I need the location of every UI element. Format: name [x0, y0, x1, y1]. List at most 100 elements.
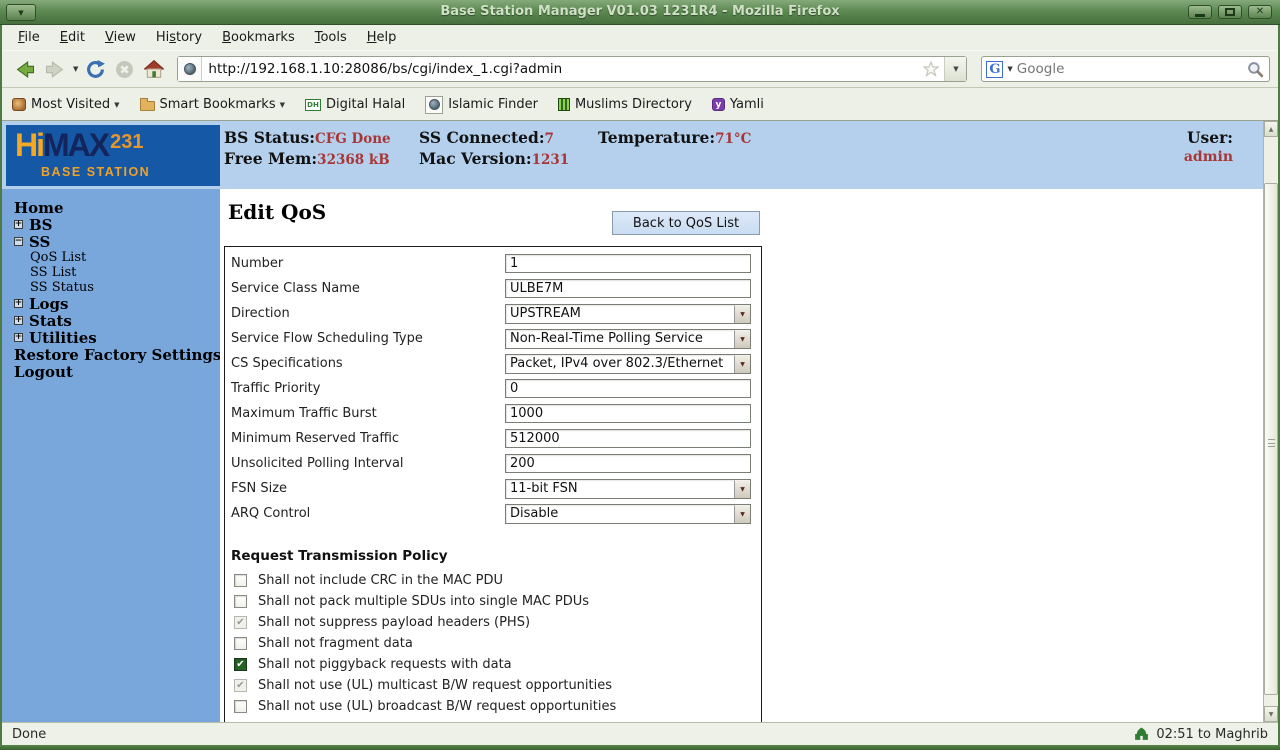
menu-history[interactable]: History — [146, 27, 212, 48]
url-bar[interactable] — [177, 56, 967, 82]
title-bar[interactable]: Base Station Manager V01.03 1231R4 - Moz… — [0, 0, 1280, 25]
expand-icon[interactable] — [14, 316, 23, 325]
bookmark-star-icon[interactable] — [923, 61, 939, 77]
stop-button[interactable] — [115, 60, 134, 79]
bookmark-yamli[interactable]: yYamli — [712, 97, 764, 112]
bookmark-digital-halal[interactable]: DHDigital Halal — [305, 97, 405, 112]
sidebar-item-label: Logs — [29, 295, 69, 313]
checkbox-label: Shall not include CRC in the MAC PDU — [258, 573, 503, 588]
vertical-scrollbar[interactable] — [1263, 121, 1278, 722]
sidebar-item-ss-status[interactable]: SS Status — [2, 280, 220, 295]
bookmark-smart-bookmarks[interactable]: Smart Bookmarks▼ — [140, 97, 285, 112]
search-engine-dropdown-icon[interactable]: ▼ — [1007, 65, 1012, 73]
form-row: Traffic Priority — [225, 376, 761, 401]
menu-file[interactable]: File — [8, 27, 50, 48]
menu-bar: FileEditViewHistoryBookmarksToolsHelp — [2, 25, 1278, 50]
field-unsolicited-polling-interval[interactable] — [505, 454, 751, 473]
home-button[interactable] — [144, 60, 164, 78]
form-label-unsolicited-polling-interval: Unsolicited Polling Interval — [225, 456, 505, 471]
sidebar-item-stats[interactable]: Stats — [2, 312, 220, 329]
expand-icon[interactable] — [14, 299, 23, 308]
status-label: BS Status: — [224, 128, 315, 147]
checkbox-label: Shall not use (UL) multicast B/W request… — [258, 678, 612, 693]
checkbox-shall-not-include-crc-in-the-mac-pdu[interactable] — [234, 574, 247, 587]
menu-bookmarks[interactable]: Bookmarks — [212, 27, 305, 48]
search-input[interactable] — [1017, 61, 1242, 77]
menu-edit[interactable]: Edit — [50, 27, 95, 48]
bookmark-label: Muslims Directory — [575, 97, 692, 112]
prayer-widget[interactable]: 02:51 to Maghrib — [1133, 727, 1268, 742]
back-history-dropdown-icon[interactable]: ▼ — [73, 65, 78, 73]
bookmark-most-visited[interactable]: Most Visited▼ — [12, 97, 120, 112]
bookmark-muslims-directory[interactable]: Muslims Directory — [558, 97, 692, 112]
form-label-maximum-traffic-burst: Maximum Traffic Burst — [225, 406, 505, 421]
status-value: 1231 — [532, 152, 570, 168]
sidebar-item-utilities[interactable]: Utilities — [2, 329, 220, 346]
sidebar-item-label: BS — [29, 216, 53, 234]
status-item: BS Status:CFG Done — [224, 128, 419, 149]
policy-row: Shall not suppress payload headers (PHS) — [225, 612, 761, 633]
sidebar-item-ss-list[interactable]: SS List — [2, 265, 220, 280]
url-dropdown-button[interactable] — [944, 57, 966, 81]
status-value: 71°C — [715, 131, 751, 147]
field-number[interactable] — [505, 254, 751, 273]
sidebar-item-logout[interactable]: Logout — [2, 363, 220, 380]
select-direction[interactable]: UPSTREAM — [505, 304, 751, 324]
select-arrow-icon[interactable] — [734, 505, 750, 523]
sidebar-item-logs[interactable]: Logs — [2, 295, 220, 312]
collapse-icon[interactable] — [14, 237, 23, 246]
select-arrow-icon[interactable] — [734, 355, 750, 373]
select-arrow-icon[interactable] — [734, 330, 750, 348]
sidebar-item-label: Utilities — [29, 329, 97, 347]
sidebar-item-bs[interactable]: BS — [2, 216, 220, 233]
dh-icon: DH — [305, 99, 321, 111]
expand-icon[interactable] — [14, 220, 23, 229]
search-magnifier-icon[interactable] — [1247, 61, 1264, 78]
scrollbar-thumb[interactable] — [1264, 183, 1278, 695]
close-button[interactable]: ✕ — [1248, 5, 1272, 19]
field-traffic-priority[interactable] — [505, 379, 751, 398]
select-cs-specifications[interactable]: Packet, IPv4 over 802.3/Ethernet — [505, 354, 751, 374]
search-box[interactable]: G ▼ — [981, 56, 1270, 82]
form-row: Service Flow Scheduling TypeNon-Real-Tim… — [225, 326, 761, 351]
field-service-class-name[interactable] — [505, 279, 751, 298]
page-title: Edit QoS — [228, 200, 326, 224]
sidebar-item-label: SS List — [30, 265, 76, 280]
back-button[interactable] — [15, 61, 35, 78]
checkbox-shall-not-piggyback-requests-with-data[interactable] — [234, 658, 247, 671]
url-input[interactable] — [202, 61, 918, 77]
scroll-down-icon[interactable] — [1264, 706, 1278, 722]
form-row: Unsolicited Polling Interval — [225, 451, 761, 476]
expand-icon[interactable] — [14, 333, 23, 342]
bookmark-label: Most Visited — [31, 97, 110, 112]
sidebar-item-qos-list[interactable]: QoS List — [2, 250, 220, 265]
checkbox-shall-not-use-ul-broadcast-b-w-request-opportunities[interactable] — [234, 700, 247, 713]
select-service-flow-scheduling-type[interactable]: Non-Real-Time Polling Service — [505, 329, 751, 349]
menu-tools[interactable]: Tools — [305, 27, 357, 48]
select-value: Non-Real-Time Polling Service — [506, 331, 734, 346]
reload-button[interactable] — [86, 60, 105, 79]
form-row: Number — [225, 251, 761, 276]
menu-help[interactable]: Help — [357, 27, 407, 48]
forward-button[interactable] — [45, 61, 65, 78]
form-row: ARQ ControlDisable — [225, 501, 761, 526]
select-arrow-icon[interactable] — [734, 305, 750, 323]
field-maximum-traffic-burst[interactable] — [505, 404, 751, 423]
himax-logo: HiMAX231 BASE STATION — [6, 125, 220, 186]
sidebar-item-ss[interactable]: SS — [2, 233, 220, 250]
select-arrow-icon[interactable] — [734, 480, 750, 498]
menu-view[interactable]: View — [95, 27, 146, 48]
bookmark-islamic-finder[interactable]: Islamic Finder — [425, 96, 538, 114]
select-arq-control[interactable]: Disable — [505, 504, 751, 524]
back-to-qos-list-button[interactable]: Back to QoS List — [612, 211, 760, 235]
maximize-button[interactable] — [1218, 5, 1242, 19]
sidebar-item-restore-factory-settings[interactable]: Restore Factory Settings — [2, 346, 220, 363]
scroll-up-icon[interactable] — [1264, 121, 1278, 137]
select-fsn-size[interactable]: 11-bit FSN — [505, 479, 751, 499]
checkbox-shall-not-pack-multiple-sdus-into-single-mac-pdus[interactable] — [234, 595, 247, 608]
form-label-minimum-reserved-traffic: Minimum Reserved Traffic — [225, 431, 505, 446]
sidebar-item-home[interactable]: Home — [2, 199, 220, 216]
field-minimum-reserved-traffic[interactable] — [505, 429, 751, 448]
checkbox-shall-not-fragment-data[interactable] — [234, 637, 247, 650]
minimize-button[interactable] — [1188, 5, 1212, 19]
